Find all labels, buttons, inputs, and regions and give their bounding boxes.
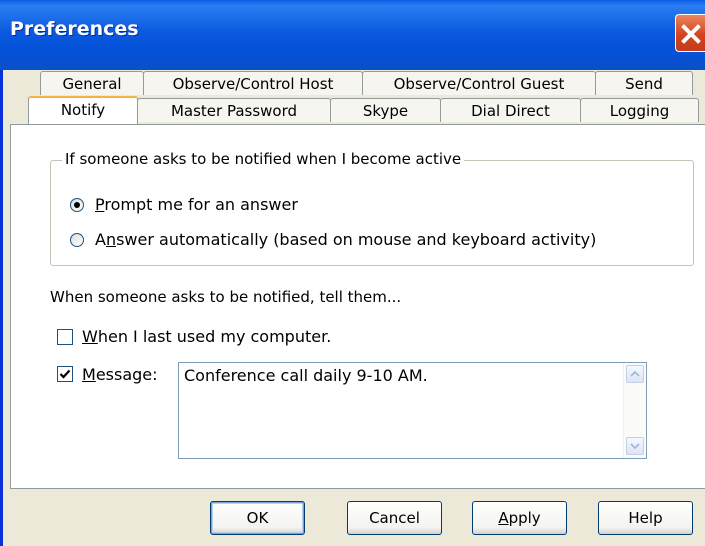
- message-label[interactable]: Message:: [82, 365, 158, 384]
- radio-selected-dot: [74, 202, 80, 208]
- last-used-label[interactable]: When I last used my computer.: [82, 327, 331, 346]
- tab-logging[interactable]: Logging: [580, 98, 699, 122]
- chevron-down-icon: [630, 443, 640, 450]
- window-left-border: [0, 70, 3, 546]
- last-used-label-accelerator: W: [82, 327, 98, 346]
- radio-prompt-label-accelerator: P: [95, 195, 105, 214]
- message-textarea[interactable]: Conference call daily 9-10 AM.: [178, 362, 647, 459]
- close-button[interactable]: [675, 14, 705, 52]
- radio-answer-label-accelerator: n: [105, 230, 117, 249]
- apply-button[interactable]: Apply: [472, 501, 567, 535]
- title-bar[interactable]: Preferences: [0, 0, 705, 70]
- radio-prompt[interactable]: [70, 198, 84, 212]
- cancel-button[interactable]: Cancel: [347, 501, 442, 535]
- window-title: Preferences: [10, 18, 139, 40]
- tab-notify[interactable]: Notify: [28, 96, 138, 124]
- last-used-checkbox[interactable]: [57, 329, 73, 345]
- message-label-accelerator: M: [82, 365, 96, 384]
- close-icon: [681, 24, 701, 44]
- message-label-text: essage:: [95, 365, 158, 384]
- radio-answer-automatically[interactable]: [70, 233, 84, 247]
- tab-send[interactable]: Send: [595, 71, 693, 95]
- radio-prompt-label-text: rompt me for an answer: [104, 195, 298, 214]
- chevron-up-icon: [630, 370, 640, 377]
- message-checkbox[interactable]: [57, 366, 73, 382]
- tab-observe-control-host[interactable]: Observe/Control Host: [143, 71, 363, 95]
- radio-answer-label-text: swer automatically (based on mouse and k…: [116, 230, 597, 249]
- tell-them-label: When someone asks to be notified, tell t…: [50, 288, 402, 306]
- group-legend: If someone asks to be notified when I be…: [62, 150, 465, 168]
- apply-button-text: pply: [508, 509, 541, 527]
- ok-button[interactable]: OK: [210, 501, 305, 535]
- tab-dial-direct[interactable]: Dial Direct: [440, 98, 581, 122]
- tab-general[interactable]: General: [40, 71, 144, 95]
- message-scrollbar[interactable]: [623, 363, 646, 458]
- radio-answer-label[interactable]: Answer automatically (based on mouse and…: [95, 230, 596, 249]
- last-used-label-text: hen I last used my computer.: [97, 327, 332, 346]
- tab-master-password[interactable]: Master Password: [137, 98, 331, 122]
- tab-observe-control-guest[interactable]: Observe/Control Guest: [362, 71, 596, 95]
- apply-button-accelerator: A: [498, 509, 509, 527]
- tab-skype[interactable]: Skype: [330, 98, 441, 122]
- radio-prompt-label[interactable]: Prompt me for an answer: [95, 195, 298, 214]
- message-text: Conference call daily 9-10 AM.: [184, 366, 428, 385]
- scroll-up-button[interactable]: [626, 365, 644, 383]
- help-button[interactable]: Help: [598, 501, 693, 535]
- checkmark-icon: [59, 369, 71, 379]
- scroll-down-button[interactable]: [626, 437, 644, 455]
